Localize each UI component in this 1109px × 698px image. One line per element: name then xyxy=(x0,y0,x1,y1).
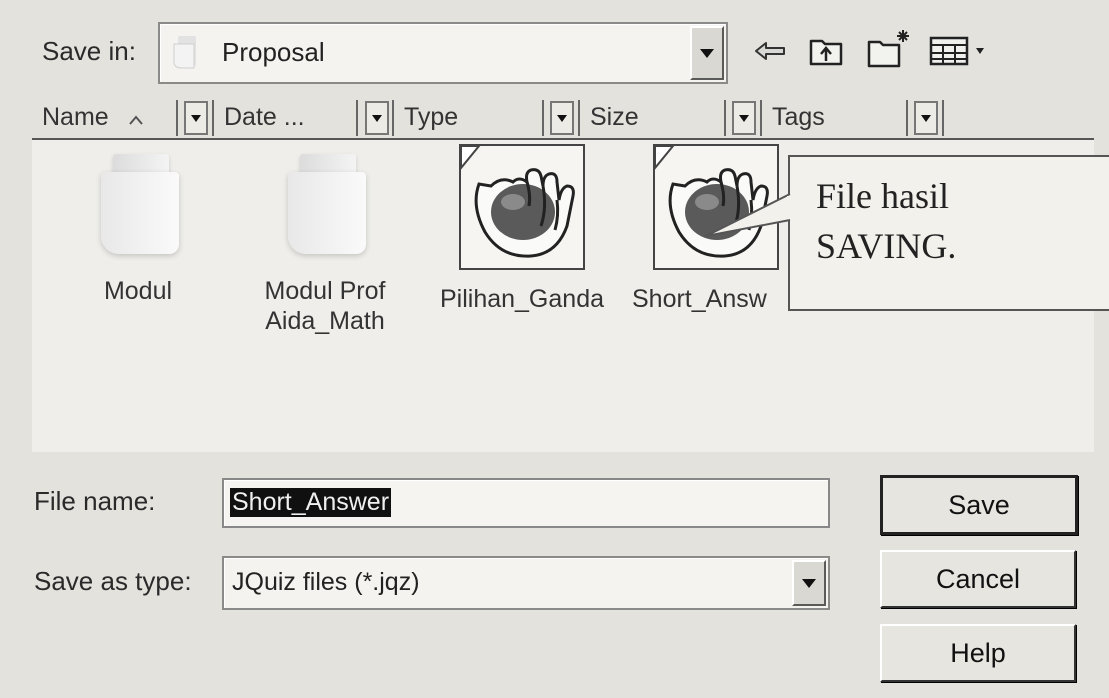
chevron-down-icon xyxy=(372,114,382,122)
column-tags-label: Tags xyxy=(772,102,825,131)
column-date-dropdown[interactable] xyxy=(365,101,389,135)
file-name-input[interactable]: Short_Answer xyxy=(222,478,830,528)
save-as-type-label: Save as type: xyxy=(34,566,192,596)
help-button[interactable]: Help xyxy=(880,624,1076,682)
file-item-pilihan-ganda[interactable]: Pilihan_Ganda xyxy=(430,144,614,314)
chevron-down-icon xyxy=(802,578,816,588)
up-folder-icon[interactable] xyxy=(806,30,846,70)
save-as-type-dropdown[interactable]: JQuiz files (*.jqz) xyxy=(222,556,830,610)
save-as-type-value: JQuiz files (*.jqz) xyxy=(232,568,420,596)
column-tags-dropdown[interactable] xyxy=(914,101,938,135)
annotation-line-1: File hasil xyxy=(816,176,949,216)
save-in-dropdown-button[interactable] xyxy=(690,26,724,80)
chevron-down-icon xyxy=(557,114,567,122)
column-type-dropdown[interactable] xyxy=(550,101,574,135)
view-menu-icon[interactable] xyxy=(928,32,994,70)
folder-icon xyxy=(280,144,370,254)
save-as-type-dropdown-button[interactable] xyxy=(792,560,826,606)
annotation-line-2: SAVING. xyxy=(816,226,957,266)
column-header-size[interactable]: Size xyxy=(590,98,720,136)
column-name-label: Name xyxy=(42,102,109,131)
column-type-label: Type xyxy=(404,102,459,131)
file-list-header: Name Date ... Type Size Tags xyxy=(32,98,1094,140)
chevron-down-icon xyxy=(191,114,201,122)
column-size-dropdown[interactable] xyxy=(732,101,756,135)
column-date-label: Date ... xyxy=(224,102,305,131)
folder-icon xyxy=(172,34,206,72)
file-item-name: Modul Prof xyxy=(264,277,386,305)
annotation-callout: File hasil SAVING. xyxy=(788,155,1109,311)
column-header-name[interactable]: Name xyxy=(42,98,182,136)
file-item-modul[interactable]: Modul xyxy=(78,144,198,306)
folder-icon xyxy=(93,144,183,254)
back-arrow-icon[interactable] xyxy=(752,34,788,68)
column-header-date[interactable]: Date ... xyxy=(224,98,354,136)
save-in-dropdown[interactable]: Proposal xyxy=(158,22,728,84)
new-folder-icon[interactable] xyxy=(864,24,914,72)
chevron-down-icon xyxy=(700,48,714,58)
column-header-type[interactable]: Type xyxy=(404,98,534,136)
save-in-value: Proposal xyxy=(222,37,325,67)
file-item-name: Pilihan_Ganda xyxy=(439,285,604,313)
sort-ascending-icon xyxy=(128,103,143,132)
chevron-down-icon xyxy=(921,114,931,122)
file-name-value: Short_Answer xyxy=(230,488,392,517)
hot-potatoes-icon xyxy=(459,144,585,270)
column-header-tags[interactable]: Tags xyxy=(772,98,902,136)
file-item-name: Modul xyxy=(103,277,173,305)
callout-pointer xyxy=(705,193,791,237)
save-button[interactable]: Save xyxy=(880,475,1078,535)
chevron-down-icon xyxy=(739,114,749,122)
column-name-dropdown[interactable] xyxy=(184,101,208,135)
file-item-name-line2: Aida_Math xyxy=(265,307,385,335)
column-size-label: Size xyxy=(590,102,639,131)
save-in-label: Save in: xyxy=(42,36,136,66)
file-item-modul-prof-aida-math[interactable]: Modul Prof Aida_Math xyxy=(260,144,390,336)
file-name-label: File name: xyxy=(34,486,156,516)
file-item-name: Short_Answ xyxy=(632,285,767,313)
cancel-button[interactable]: Cancel xyxy=(880,550,1076,608)
